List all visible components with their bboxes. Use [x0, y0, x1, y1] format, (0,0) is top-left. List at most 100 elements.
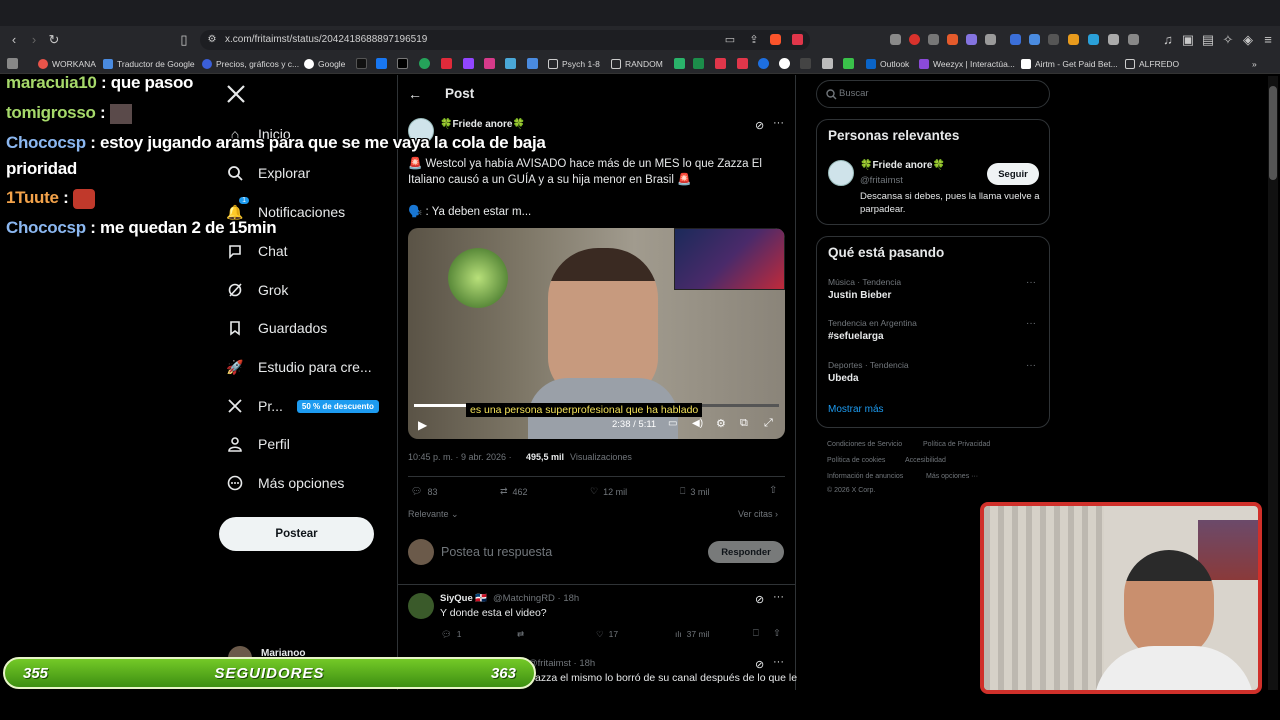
like-action[interactable]: ♡ 12 mil	[590, 486, 627, 497]
extension-icon[interactable]	[928, 34, 939, 45]
author-name[interactable]: 🍀Friede anore🍀	[440, 119, 525, 130]
bookmark-icon[interactable]	[693, 58, 704, 69]
search-input[interactable]: Buscar	[839, 88, 869, 99]
brave-rewards-icon[interactable]	[792, 34, 803, 45]
nav-bookmarks[interactable]: Guardados	[226, 315, 327, 341]
back-arrow-icon[interactable]: ←	[408, 86, 422, 102]
post-timestamp[interactable]: 10:45 p. m. · 9 abr. 2026 ·	[408, 452, 512, 462]
bookmark-icon[interactable]	[505, 58, 516, 69]
post-more-icon[interactable]: ···	[773, 117, 784, 129]
bookmark-icon[interactable]	[527, 58, 538, 69]
instagram-icon[interactable]	[484, 58, 495, 69]
extension-icon[interactable]	[1029, 34, 1040, 45]
settings-icon[interactable]: ⚙	[716, 417, 726, 430]
grok-reply-icon[interactable]: ⊘	[755, 658, 764, 671]
media-icon[interactable]: ♫	[1160, 32, 1176, 48]
reply-more-icon[interactable]: ···	[773, 591, 784, 603]
sort-relevance-dropdown[interactable]: Relevante ⌄	[408, 509, 459, 520]
grok-post-icon[interactable]: ⊘	[755, 119, 764, 132]
bookmark-icon[interactable]	[779, 58, 790, 69]
reply-bookmark-icon[interactable]: ⎕	[753, 628, 759, 639]
youtube-icon[interactable]	[441, 58, 452, 69]
repost-action[interactable]: ⇄ 462	[500, 486, 528, 497]
nav-profile[interactable]: Perfil	[226, 431, 290, 457]
reply-button[interactable]: Responder	[708, 541, 784, 563]
bookmark-prices[interactable]: Precios, gráficos y c...	[202, 57, 299, 71]
bookmark-airtm[interactable]: Airtm - Get Paid Bet...	[1021, 57, 1118, 71]
bookmark-google[interactable]: Google	[304, 57, 345, 71]
extension-icon[interactable]	[1128, 34, 1139, 45]
fullscreen-icon[interactable]: ⤢	[764, 417, 773, 430]
folder-alfredo[interactable]: ALFREDO	[1125, 57, 1179, 71]
apps-icon[interactable]	[7, 58, 18, 69]
reply-input[interactable]: Postea tu respuesta	[441, 545, 552, 559]
x-logo-icon[interactable]	[226, 84, 248, 106]
bookmark-action[interactable]: ⎕ 3 mil	[680, 486, 709, 497]
extension-icon[interactable]	[1010, 34, 1021, 45]
follow-button[interactable]: Seguir	[987, 163, 1039, 185]
bookmark-outlook[interactable]: Outlook	[866, 57, 909, 71]
extension-icon[interactable]	[909, 34, 920, 45]
show-more-link[interactable]: Mostrar más	[828, 404, 884, 415]
reply-share-icon[interactable]: ⇧	[773, 628, 781, 639]
back-icon[interactable]: ‹	[6, 32, 22, 48]
facebook-icon[interactable]	[376, 58, 387, 69]
bookmark-icon[interactable]	[419, 58, 430, 69]
nav-explore[interactable]: Explorar	[226, 160, 310, 186]
bookmark-icon[interactable]	[843, 58, 854, 69]
reload-icon[interactable]: ↻	[46, 32, 62, 48]
view-quotes-link[interactable]: Ver citas ›	[738, 509, 778, 519]
bookmark-icon[interactable]	[822, 58, 833, 69]
trend-topic[interactable]: #sefuelarga	[828, 331, 884, 342]
wallet-icon[interactable]: ▤	[1200, 32, 1216, 48]
more-bookmarks-icon[interactable]: »	[1252, 57, 1257, 71]
reply-more-icon[interactable]: ···	[773, 656, 784, 668]
captions-icon[interactable]: ▭	[668, 418, 677, 429]
post-button[interactable]: Postear	[219, 517, 374, 551]
tiktok-icon[interactable]	[356, 58, 367, 69]
cast-icon[interactable]: ▭	[722, 32, 738, 48]
twitch-icon[interactable]	[463, 58, 474, 69]
ai-icon[interactable]: ✧	[1220, 32, 1236, 48]
reply-repost-icon[interactable]: ⇄	[517, 629, 524, 640]
reply-avatar[interactable]	[408, 593, 434, 619]
footer-link[interactable]: Condiciones de Servicio	[827, 441, 902, 448]
forward-icon[interactable]: ›	[26, 32, 42, 48]
vpn-icon[interactable]: ◈	[1240, 32, 1256, 48]
reply-reply-action[interactable]: 💬︎ 1	[441, 629, 462, 640]
nav-creator-studio[interactable]: 🚀 Estudio para cre...	[226, 354, 371, 380]
reply-action[interactable]: 💬︎ 83	[411, 486, 437, 497]
extension-icon[interactable]	[966, 34, 977, 45]
video-player[interactable]: es una persona superprofesional que ha h…	[408, 228, 785, 439]
extension-icon[interactable]	[985, 34, 996, 45]
trend-more-icon[interactable]: ···	[1026, 318, 1036, 329]
folder-random[interactable]: RANDOM	[611, 57, 663, 71]
bookmark-translate[interactable]: Traductor de Google	[103, 57, 195, 71]
nav-grok[interactable]: Grok	[226, 277, 288, 303]
bookmark-icon[interactable]	[737, 58, 748, 69]
site-info-icon[interactable]: ⚙	[204, 32, 220, 48]
bookmark-icon[interactable]	[758, 58, 769, 69]
sidebar-icon[interactable]: ▣	[1180, 32, 1196, 48]
extension-icon[interactable]	[890, 34, 901, 45]
nav-more[interactable]: Más opciones	[226, 470, 344, 496]
extension-icon[interactable]	[1048, 34, 1059, 45]
bookmark-icon[interactable]	[715, 58, 726, 69]
bookmark-workana[interactable]: WORKANA	[38, 57, 96, 71]
folder-psych[interactable]: Psych 1-8	[548, 57, 600, 71]
trend-topic[interactable]: Justin Bieber	[828, 290, 891, 301]
play-icon[interactable]: ▶	[418, 418, 427, 432]
person-name[interactable]: 🍀Friede anore🍀	[860, 160, 945, 171]
reply-like-action[interactable]: ♡ 17	[596, 629, 618, 640]
trend-topic[interactable]: Ubeda	[828, 373, 859, 384]
bookmark-icon[interactable]	[674, 58, 685, 69]
brave-shield-icon[interactable]	[770, 34, 781, 45]
trend-more-icon[interactable]: ···	[1026, 277, 1036, 288]
bookmark-weezyx[interactable]: Weezyx | Interactúa...	[919, 57, 1015, 71]
bookmark-page-icon[interactable]: ▯	[176, 32, 192, 48]
menu-icon[interactable]: ≡	[1260, 32, 1276, 48]
nav-premium[interactable]: Pr... 50 % de descuento	[226, 393, 379, 419]
extension-icon[interactable]	[1108, 34, 1119, 45]
footer-link[interactable]: Accesibilidad	[905, 457, 946, 464]
share-icon[interactable]: ⇪	[746, 32, 762, 48]
